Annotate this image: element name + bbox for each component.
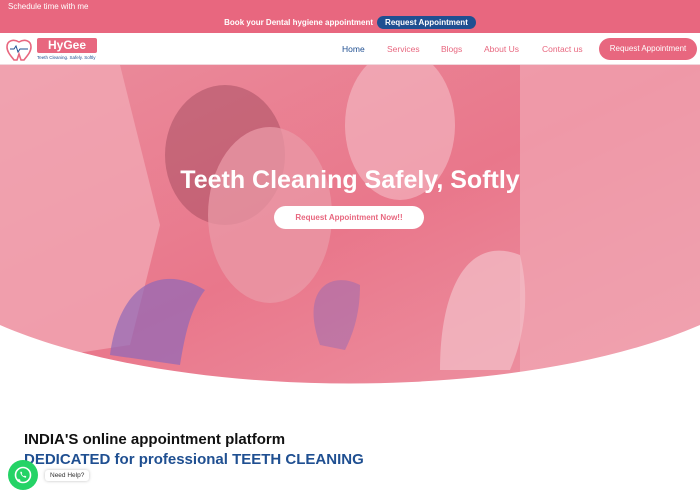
main-navbar: HyGee Teeth Cleaning. Safely. Softly Hom…	[0, 33, 700, 65]
announcement-text: Book your Dental hygiene appointment	[224, 17, 374, 27]
top-bar: Schedule time with me Book your Dental h…	[0, 0, 700, 33]
nav-request-appointment-button[interactable]: Request Appointment	[599, 38, 697, 60]
announcement-bar: Book your Dental hygiene appointment Req…	[0, 14, 700, 30]
announcement-request-button[interactable]: Request Appointment	[377, 15, 476, 29]
schedule-link[interactable]: Schedule time with me	[8, 2, 88, 11]
logo-tagline: Teeth Cleaning. Safely. Softly	[37, 55, 96, 60]
nav-blogs[interactable]: Blogs	[441, 44, 462, 54]
hero-section: Teeth Cleaning Safely, Softly Request Ap…	[0, 65, 700, 390]
platform-heading: INDIA'S online appointment platform DEDI…	[24, 431, 364, 468]
whatsapp-icon	[14, 466, 32, 484]
whatsapp-button[interactable]	[8, 460, 38, 490]
nav-home[interactable]: Home	[342, 44, 365, 54]
hero-request-appointment-button[interactable]: Request Appointment Now!!	[274, 206, 424, 229]
platform-heading-line2: DEDICATED for professional TEETH CLEANIN…	[24, 451, 364, 468]
nav-services[interactable]: Services	[387, 44, 420, 54]
whatsapp-help-label[interactable]: Need Help?	[45, 470, 90, 481]
nav-contact-us[interactable]: Contact us	[542, 44, 583, 54]
logo[interactable]: HyGee Teeth Cleaning. Safely. Softly	[4, 37, 99, 63]
platform-heading-line1: INDIA'S online appointment platform	[24, 431, 286, 448]
tooth-logo-icon	[6, 39, 32, 61]
hero-title: Teeth Cleaning Safely, Softly	[180, 166, 520, 194]
logo-wordmark: HyGee	[37, 38, 97, 53]
nav-about-us[interactable]: About Us	[484, 44, 519, 54]
